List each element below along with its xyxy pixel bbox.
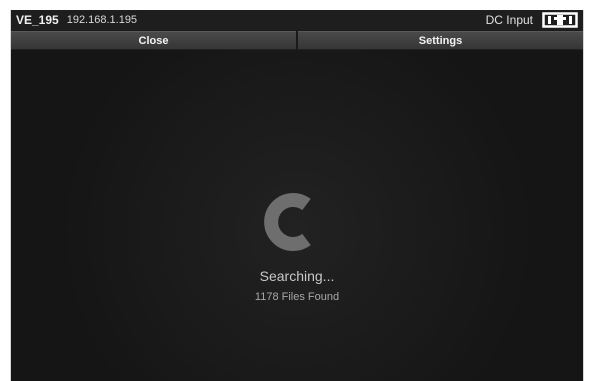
power-status-label: DC Input [485, 13, 533, 27]
search-panel: Searching... 1178 Files Found [11, 50, 583, 381]
close-button[interactable]: Close [11, 31, 296, 50]
loading-spinner-icon [257, 187, 327, 257]
device-name: VE_195 [16, 13, 59, 27]
app-window: VE_195 192.168.1.195 DC Input Close Sett… [10, 10, 584, 381]
settings-button[interactable]: Settings [298, 31, 583, 50]
device-ip-address: 192.168.1.195 [66, 14, 138, 26]
dc-power-plug-icon [542, 12, 578, 28]
title-bar: VE_195 192.168.1.195 DC Input [11, 10, 583, 30]
files-found-count: 1178 Files Found [254, 291, 340, 303]
action-bar: Close Settings [11, 31, 583, 50]
search-status: Searching... [259, 268, 335, 284]
